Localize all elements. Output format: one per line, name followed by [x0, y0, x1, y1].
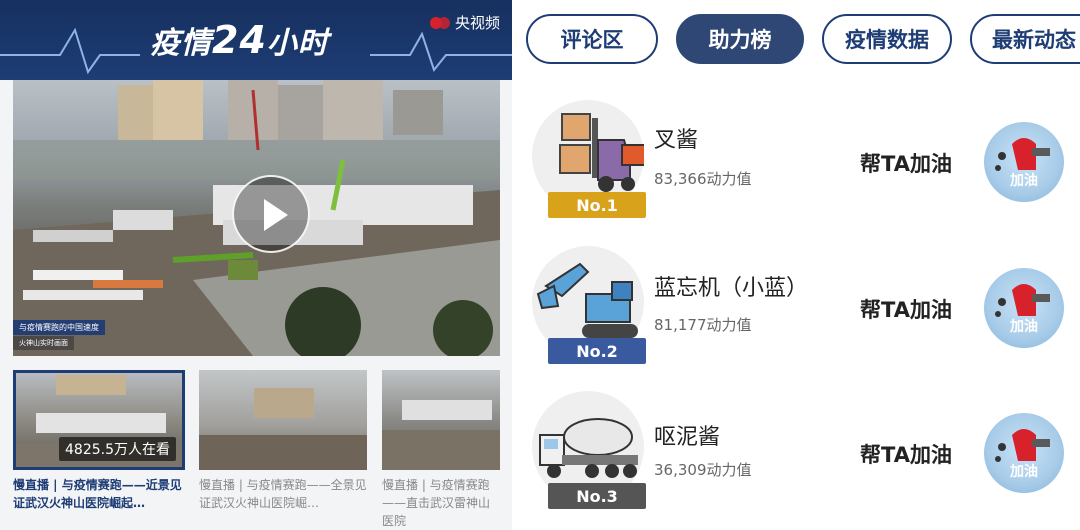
mascot-name: 蓝忘机（小蓝） [654, 276, 809, 301]
brand-logo: 央视频 [429, 12, 500, 33]
fuel-label: 加油 [1010, 464, 1038, 480]
title-suffix: 小时 [266, 26, 329, 61]
cheer-label: 帮TA加油 [860, 152, 952, 176]
power-value: 36,309动力值 [654, 461, 752, 479]
thumbnail-item-3[interactable]: 慢直播 | 与疫情赛跑——直击武汉雷神山医院 [382, 370, 500, 530]
thumbnail-title: 慢直播 | 与疫情赛跑——全景见证武汉火神山医院崛… [199, 478, 367, 510]
fuel-label: 加油 [1010, 173, 1038, 189]
fuel-button[interactable]: 加油 [984, 268, 1064, 348]
rank-badge: No.3 [548, 483, 646, 509]
video-caption-primary: 与疫情赛跑的中国速度 [13, 320, 105, 335]
video-caption-secondary: 火神山实时画面 [13, 336, 74, 350]
cheer-label: 帮TA加油 [860, 443, 952, 467]
rank-label: No.3 [576, 486, 618, 506]
rank-badge: No.2 [548, 338, 646, 364]
title-prefix: 疫情 [150, 26, 212, 61]
thumbnail-image: 4825.5万人在看 [13, 370, 185, 470]
fuel-button[interactable]: 加油 [984, 413, 1064, 493]
cctv-logo-icon [429, 16, 450, 29]
rank-badge: No.1 [548, 192, 646, 218]
tab-comments[interactable]: 评论区 [526, 14, 658, 64]
thumbnail-title: 慢直播 | 与疫情赛跑——直击武汉雷神山医院 [382, 478, 491, 528]
power-value: 81,177动力值 [654, 316, 752, 334]
brand-label: 央视频 [454, 14, 500, 32]
rank-label: No.2 [576, 341, 618, 361]
thumbnail-title: 慢直播 | 与疫情赛跑——近景见证武汉火神山医院崛起… [13, 478, 182, 510]
banner: 疫情24小时 央视频 [0, 0, 512, 80]
thumbnail-image [382, 370, 500, 470]
viewer-count: 4825.5万人在看 [59, 437, 176, 461]
video-panel: 疫情24小时 央视频 与疫情赛跑的中国速度 火神山实时画面 4825.5万人在看… [0, 0, 512, 530]
fuel-label: 加油 [1010, 319, 1038, 335]
cheer-label: 帮TA加油 [860, 298, 952, 322]
leaderboard-row-2: No.2 蓝忘机（小蓝） 81,177动力值 帮TA加油 加油 [518, 238, 1080, 383]
thumbnail-image [199, 370, 367, 470]
leaderboard-row-3: No.3 呕泥酱 36,309动力值 帮TA加油 加油 [518, 383, 1080, 528]
tab-latest-news[interactable]: 最新动态 [970, 14, 1080, 64]
fuel-nozzle-icon [995, 284, 1050, 317]
leaderboard-row-1: No.1 叉酱 83,366动力值 帮TA加油 加油 [518, 92, 1080, 237]
page-title: 疫情24小时 [150, 18, 329, 62]
play-button[interactable] [232, 175, 310, 253]
mascot-name: 叉酱 [654, 128, 699, 153]
fuel-nozzle-icon [995, 429, 1050, 462]
tab-support-rank[interactable]: 助力榜 [676, 14, 804, 64]
rank-label: No.1 [576, 195, 618, 215]
power-value: 83,366动力值 [654, 170, 752, 188]
tab-epidemic-data[interactable]: 疫情数据 [822, 14, 952, 64]
fuel-nozzle-icon [995, 138, 1050, 171]
main-video-player[interactable]: 与疫情赛跑的中国速度 火神山实时画面 [13, 80, 500, 356]
fuel-button[interactable]: 加油 [984, 122, 1064, 202]
thumbnail-list: 4825.5万人在看 慢直播 | 与疫情赛跑——近景见证武汉火神山医院崛起… 慢… [13, 370, 500, 530]
tab-bar: 评论区 助力榜 疫情数据 最新动态 [526, 14, 1080, 66]
mascot-name: 呕泥酱 [654, 425, 721, 450]
thumbnail-item-2[interactable]: 慢直播 | 与疫情赛跑——全景见证武汉火神山医院崛… [199, 370, 367, 512]
title-number: 24 [212, 18, 267, 62]
support-panel: 评论区 助力榜 疫情数据 最新动态 No.1 叉酱 83,366动力值 帮TA加… [518, 0, 1080, 530]
thumbnail-item-1[interactable]: 4825.5万人在看 慢直播 | 与疫情赛跑——近景见证武汉火神山医院崛起… [13, 370, 185, 512]
